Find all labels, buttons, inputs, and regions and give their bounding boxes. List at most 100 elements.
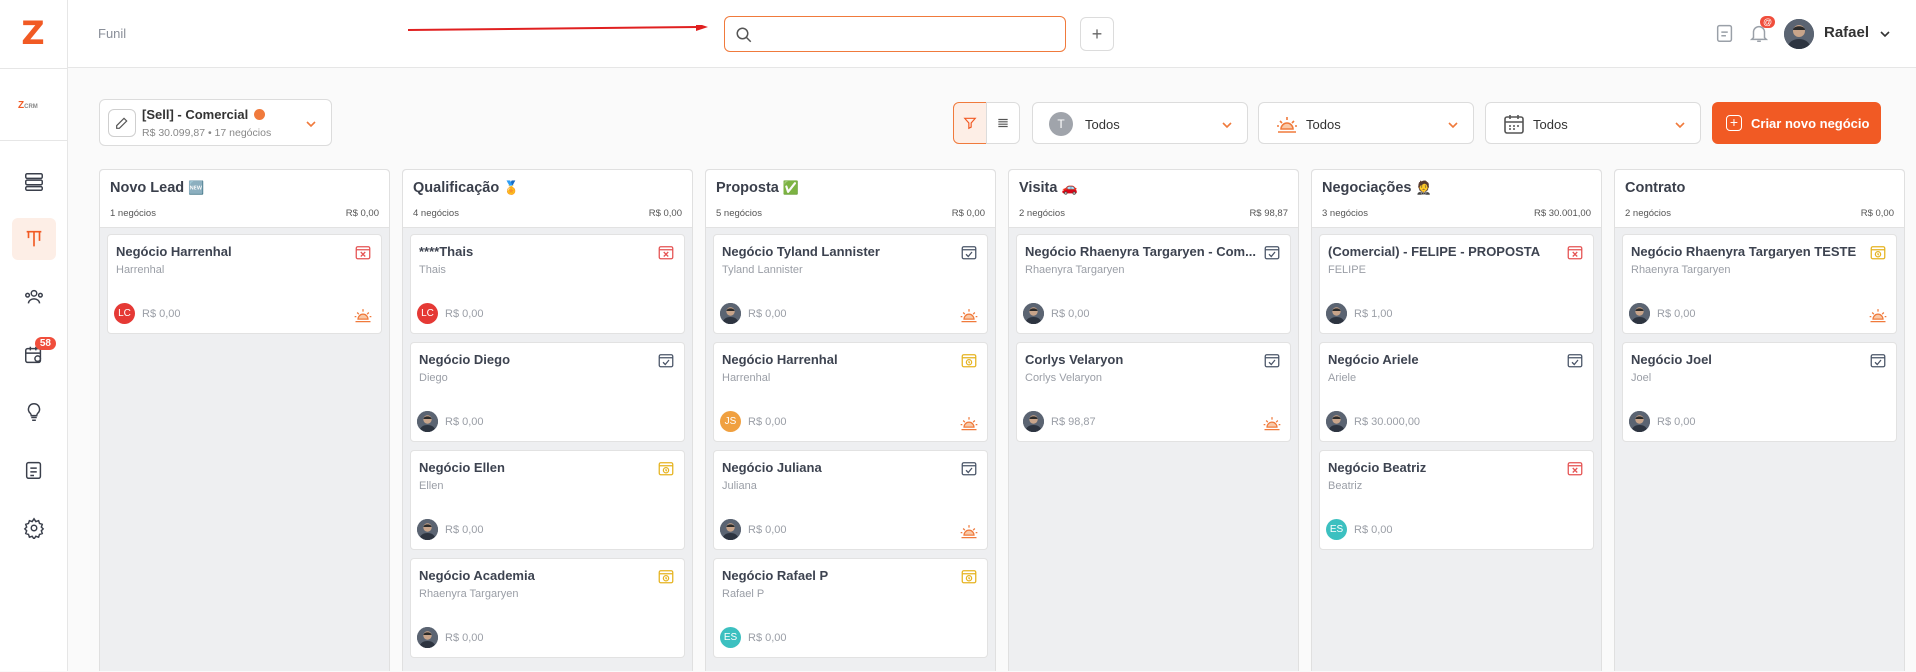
column-count: 4 negócios	[413, 208, 459, 219]
deal-value: R$ 0,00	[1354, 524, 1393, 536]
calendar-icon	[1504, 115, 1524, 134]
calendar-check-icon[interactable]	[657, 351, 675, 369]
calendar-x-icon[interactable]	[1566, 459, 1584, 477]
calendar-check-icon[interactable]	[1263, 351, 1281, 369]
owner-avatar: JS	[720, 411, 741, 432]
calendar-clock-icon[interactable]	[1869, 243, 1887, 261]
pipeline-selector[interactable]: [Sell] - Comercial R$ 30.099,87 • 17 neg…	[99, 99, 332, 146]
calendar-check-icon[interactable]	[960, 243, 978, 261]
kanban-view-button[interactable]	[953, 102, 987, 144]
search-box[interactable]	[724, 16, 1066, 52]
pipeline-color-dot	[254, 109, 266, 120]
calendar-check-icon[interactable]	[1566, 351, 1584, 369]
owner-avatar	[417, 627, 438, 648]
deal-card[interactable]: Negócio Rhaenyra Targaryen TESTE Rhaenyra…	[1622, 234, 1897, 334]
deal-value: R$ 98,87	[1051, 416, 1096, 428]
edit-pipeline-button[interactable]	[108, 109, 136, 137]
sidebar-item-contacts[interactable]	[12, 276, 56, 318]
deal-card[interactable]: Negócio Tyland Lannister Tyland Lannister…	[713, 234, 988, 334]
calendar-check-icon[interactable]	[960, 459, 978, 477]
deal-card[interactable]: Negócio Rafael P Rafael P ES R$ 0,00	[713, 558, 988, 658]
hot-temperature-icon	[353, 305, 373, 325]
card-list: Negócio Tyland Lannister Tyland Lannister…	[706, 228, 995, 672]
card-list: ****Thais Thais LC R$ 0,00 Negócio Diego Dieg…	[403, 228, 692, 672]
deal-card[interactable]: Negócio Harrenhal Harrenhal LC R$ 0,00	[107, 234, 382, 334]
app-logo[interactable]: Z	[18, 17, 48, 49]
crm-logo: ZCRM	[18, 100, 38, 111]
list-icon	[998, 118, 1008, 128]
owner-avatar	[720, 303, 741, 324]
note-add-icon[interactable]	[1714, 22, 1736, 44]
column-emoji: ✅	[782, 180, 800, 195]
sidebar-item-ideas[interactable]	[12, 391, 56, 433]
deal-value: R$ 0,00	[1051, 308, 1090, 320]
deal-contact: Thais	[419, 264, 446, 276]
deal-card[interactable]: Negócio Ellen Ellen R$ 0,00	[410, 450, 685, 550]
column-total: R$ 98,87	[1249, 208, 1288, 219]
sidebar-item-database[interactable]	[12, 161, 56, 203]
plus-icon: +	[1726, 115, 1742, 131]
quick-add-button[interactable]: +	[1080, 17, 1114, 51]
owner-avatar: ES	[1326, 519, 1347, 540]
sidebar-item-funnel[interactable]	[12, 218, 56, 260]
calendar-clock-icon[interactable]	[657, 459, 675, 477]
chevron-down-icon	[1222, 122, 1232, 129]
temperature-filter[interactable]: Todos	[1258, 102, 1474, 144]
sidebar-item-settings[interactable]	[12, 507, 56, 549]
deal-card[interactable]: ****Thais Thais LC R$ 0,00	[410, 234, 685, 334]
calendar-check-icon[interactable]	[1263, 243, 1281, 261]
date-filter-label: Todos	[1533, 117, 1568, 132]
user-avatar[interactable]	[1784, 19, 1814, 49]
user-filter[interactable]: T Todos	[1032, 102, 1248, 144]
deal-card[interactable]: Negócio Beatriz Beatriz ES R$ 0,00	[1319, 450, 1594, 550]
create-deal-button[interactable]: + Criar novo negócio	[1712, 102, 1881, 144]
card-list: Negócio Rhaenyra Targaryen TESTE Rhaenyra…	[1615, 228, 1904, 456]
deal-card[interactable]: Negócio Diego Diego R$ 0,00	[410, 342, 685, 442]
deal-card[interactable]: Negócio Ariele Ariele R$ 30.000,00	[1319, 342, 1594, 442]
column-total: R$ 0,00	[345, 208, 379, 219]
pipeline-column: Proposta ✅ 5 negócios R$ 0,00 Negócio Tyland…	[705, 169, 996, 671]
deal-title: Negócio Rafael P	[722, 568, 829, 583]
owner-avatar: ES	[720, 627, 741, 648]
column-header: Negociações 🤵 3 negócios R$ 30.001,00	[1312, 170, 1601, 228]
calendar-clock-icon[interactable]	[657, 567, 675, 585]
sidebar-item-agenda[interactable]: 58	[12, 334, 56, 376]
column-header: Novo Lead 🆕 1 negócios R$ 0,00	[100, 170, 389, 228]
deal-card[interactable]: Negócio Juliana Juliana R$ 0,00	[713, 450, 988, 550]
deal-card[interactable]: Negócio Rhaenyra Targaryen - Com... Rhaen…	[1016, 234, 1291, 334]
sidebar-item-notes[interactable]	[12, 449, 56, 491]
calendar-clock-icon[interactable]	[960, 351, 978, 369]
calendar-x-icon[interactable]	[657, 243, 675, 261]
calendar-check-icon[interactable]	[1869, 351, 1887, 369]
column-title: Negociações 🤵	[1322, 180, 1432, 196]
list-view-button[interactable]	[986, 102, 1020, 144]
owner-avatar	[1023, 303, 1044, 324]
deal-title: Negócio Juliana	[722, 460, 822, 475]
owner-avatar: LC	[114, 303, 135, 324]
user-filter-label: Todos	[1085, 117, 1120, 132]
deal-card[interactable]: Negócio Academia Rhaenyra Targaryen R$ 0,0…	[410, 558, 685, 658]
user-name[interactable]: Rafael	[1824, 24, 1869, 41]
date-filter[interactable]: Todos	[1485, 102, 1701, 144]
deal-card[interactable]: Corlys Velaryon Corlys Velaryon R$ 98,87	[1016, 342, 1291, 442]
column-count: 5 negócios	[716, 208, 762, 219]
avatar-person-icon	[1784, 19, 1814, 49]
deal-card[interactable]: Negócio Harrenhal Harrenhal JS R$ 0,00	[713, 342, 988, 442]
calendar-clock-icon[interactable]	[960, 567, 978, 585]
column-title: Qualificação 🏅	[413, 180, 520, 196]
deal-card[interactable]: Negócio Joel Joel R$ 0,00	[1622, 342, 1897, 442]
card-list: Negócio Rhaenyra Targaryen - Com... Rhaen…	[1009, 228, 1298, 456]
column-count: 3 negócios	[1322, 208, 1368, 219]
search-input[interactable]	[761, 25, 1051, 45]
temperature-filter-label: Todos	[1306, 117, 1341, 132]
column-title: Visita 🚗	[1019, 180, 1078, 196]
calendar-x-icon[interactable]	[354, 243, 372, 261]
chevron-down-icon[interactable]	[1879, 28, 1891, 40]
pipeline-column: Novo Lead 🆕 1 negócios R$ 0,00 Negócio Harre…	[99, 169, 390, 671]
owner-avatar	[1023, 411, 1044, 432]
deal-title: Negócio Rhaenyra Targaryen - Com...	[1025, 244, 1256, 259]
calendar-x-icon[interactable]	[1566, 243, 1584, 261]
column-count: 2 negócios	[1019, 208, 1065, 219]
create-deal-label: Criar novo negócio	[1751, 116, 1870, 131]
deal-card[interactable]: (Comercial) - FELIPE - PROPOSTA FELIPE R$ …	[1319, 234, 1594, 334]
